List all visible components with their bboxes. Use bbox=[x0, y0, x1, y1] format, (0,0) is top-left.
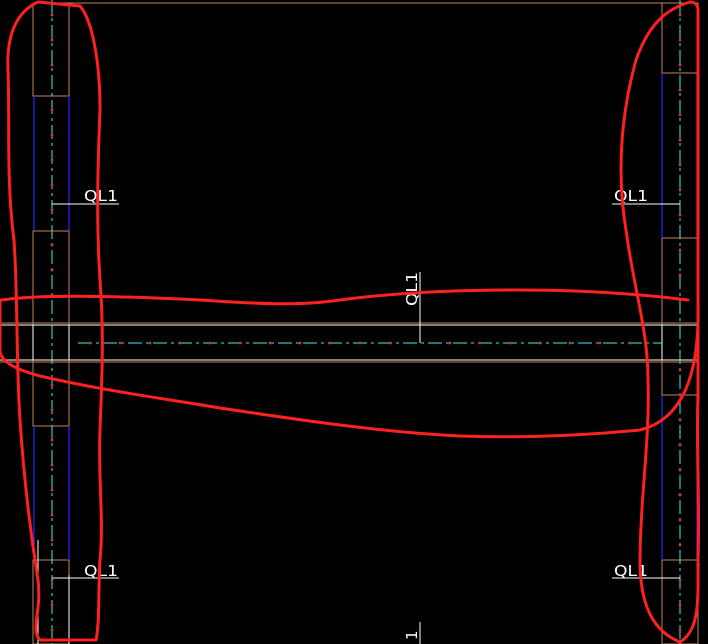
cad-drawing-canvas: QL1 QL1 QL1 QL1 QL1 1 bbox=[0, 0, 708, 644]
canvas-background bbox=[0, 0, 708, 644]
label-bottom-vertical: 1 bbox=[403, 630, 421, 640]
label-ql1-top-left: QL1 bbox=[84, 187, 118, 205]
label-ql1-middle-vertical: QL1 bbox=[403, 272, 421, 306]
label-ql1-top-right: QL1 bbox=[614, 187, 648, 205]
label-ql1-bottom-right: QL1 bbox=[614, 562, 648, 580]
